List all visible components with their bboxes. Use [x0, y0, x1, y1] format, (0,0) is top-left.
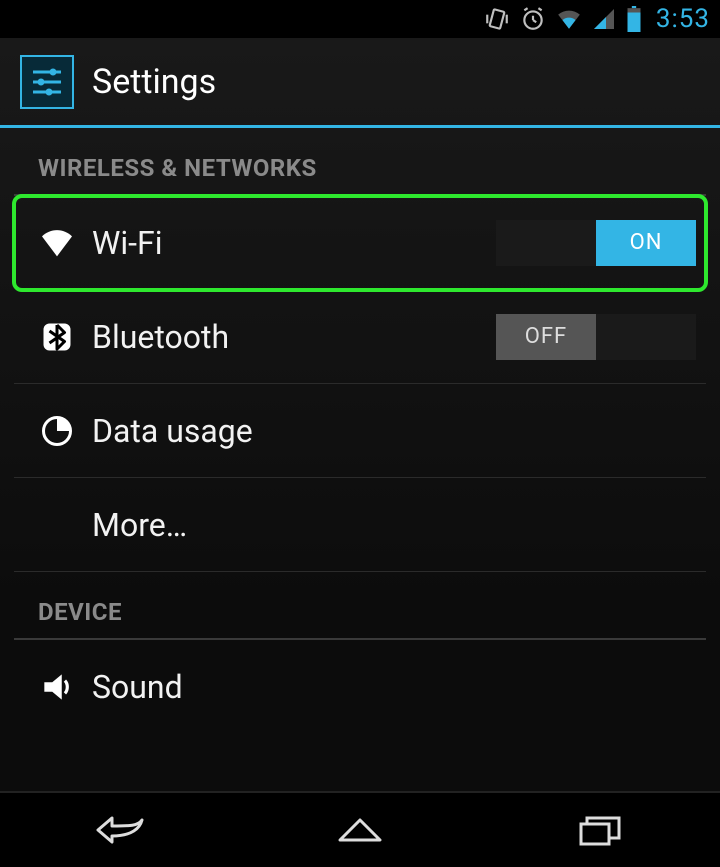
- settings-header: Settings: [0, 38, 720, 128]
- navigation-bar: [0, 791, 720, 867]
- bluetooth-label: Bluetooth: [92, 318, 496, 356]
- settings-icon: [20, 55, 74, 109]
- recent-apps-button[interactable]: [540, 805, 660, 855]
- wifi-toggle[interactable]: ON: [496, 220, 696, 266]
- toggle-off-half: [496, 220, 596, 266]
- sound-icon: [22, 668, 92, 706]
- home-button[interactable]: [300, 805, 420, 855]
- signal-icon: [592, 7, 616, 31]
- settings-list[interactable]: WIRELESS & NETWORKS Wi-Fi ON Bluetooth: [0, 128, 720, 791]
- bluetooth-icon: [22, 319, 92, 355]
- vibrate-icon: [484, 6, 510, 32]
- more-label: More…: [92, 506, 696, 544]
- wifi-label: Wi-Fi: [92, 224, 496, 262]
- row-more[interactable]: More…: [14, 478, 706, 572]
- wifi-icon: [22, 223, 92, 263]
- row-bluetooth[interactable]: Bluetooth OFF: [14, 290, 706, 384]
- toggle-off-half: OFF: [496, 314, 596, 360]
- toggle-on-half: [596, 314, 696, 360]
- alarm-icon: [520, 6, 546, 32]
- data-usage-icon: [22, 413, 92, 449]
- bluetooth-toggle[interactable]: OFF: [496, 314, 696, 360]
- android-settings-screen: 3:53 Settings WIRELESS & NETWORKS: [0, 0, 720, 867]
- section-header-wireless: WIRELESS & NETWORKS: [14, 128, 706, 194]
- back-button[interactable]: [60, 805, 180, 855]
- wifi-status-icon: [556, 6, 582, 32]
- section-header-device: DEVICE: [14, 572, 706, 638]
- row-sound[interactable]: Sound: [14, 640, 706, 734]
- row-wifi[interactable]: Wi-Fi ON: [14, 196, 706, 290]
- toggle-on-half: ON: [596, 220, 696, 266]
- sound-label: Sound: [92, 668, 696, 706]
- page-title: Settings: [92, 62, 216, 102]
- data-usage-label: Data usage: [92, 412, 696, 450]
- status-clock: 3:53: [656, 4, 710, 34]
- status-bar: 3:53: [0, 0, 720, 38]
- battery-icon: [626, 6, 642, 32]
- row-data-usage[interactable]: Data usage: [14, 384, 706, 478]
